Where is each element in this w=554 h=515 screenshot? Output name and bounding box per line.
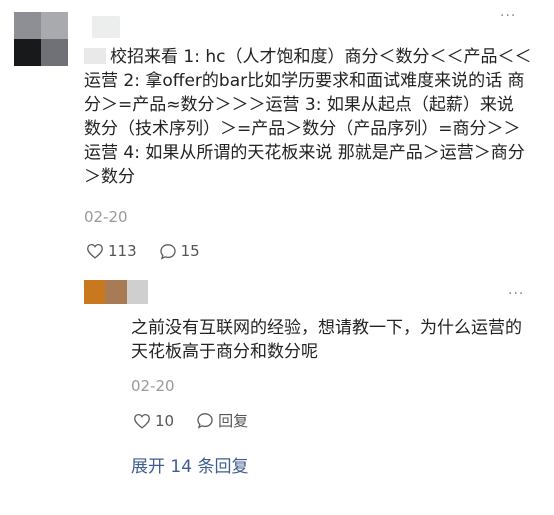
reply-actions: 10 回复	[133, 410, 248, 431]
comment-text: 校招来看 1: hc（人才饱和度）商分＜数分＜＜产品＜＜运营 2: 拿offer…	[84, 47, 532, 187]
like-count: 113	[108, 242, 137, 260]
avatar-pixel	[126, 280, 148, 304]
heart-icon	[86, 243, 104, 259]
heart-icon	[133, 413, 151, 429]
reply-label: 回复	[218, 412, 249, 430]
more-icon[interactable]: ···	[508, 286, 524, 302]
avatar-pixel	[14, 39, 41, 66]
blurred-text	[84, 48, 106, 64]
comment-bubble-icon	[196, 412, 214, 429]
comment-date: 02-20	[84, 208, 128, 226]
comment-actions: 113 15	[86, 242, 200, 260]
reply-button[interactable]: 回复	[196, 410, 248, 431]
comment-body: 校招来看 1: hc（人才饱和度）商分＜数分＜＜产品＜＜运营 2: 拿offer…	[84, 45, 536, 189]
avatar-pixel	[41, 39, 68, 66]
reply-date: 02-20	[131, 377, 175, 395]
reply-count: 15	[180, 242, 200, 260]
avatar[interactable]	[14, 12, 68, 66]
like-count: 10	[155, 411, 175, 430]
more-icon[interactable]: ···	[500, 8, 516, 24]
like-button[interactable]: 113	[86, 242, 137, 260]
reply-body: 之前没有互联网的经验，想请教一下，为什么运营的天花板高于商分和数分呢	[131, 318, 522, 362]
username-blurred[interactable]	[92, 16, 120, 38]
avatar-pixel	[14, 12, 41, 39]
avatar-pixel	[84, 280, 106, 304]
reply-avatar[interactable]	[84, 280, 148, 304]
like-button[interactable]: 10	[133, 412, 174, 430]
avatar-pixel	[105, 280, 127, 304]
comment-bubble-icon	[159, 243, 177, 260]
avatar-pixel	[41, 12, 68, 39]
expand-replies-link[interactable]: 展开 14 条回复	[131, 452, 248, 477]
reply-count-button[interactable]: 15	[159, 242, 200, 260]
